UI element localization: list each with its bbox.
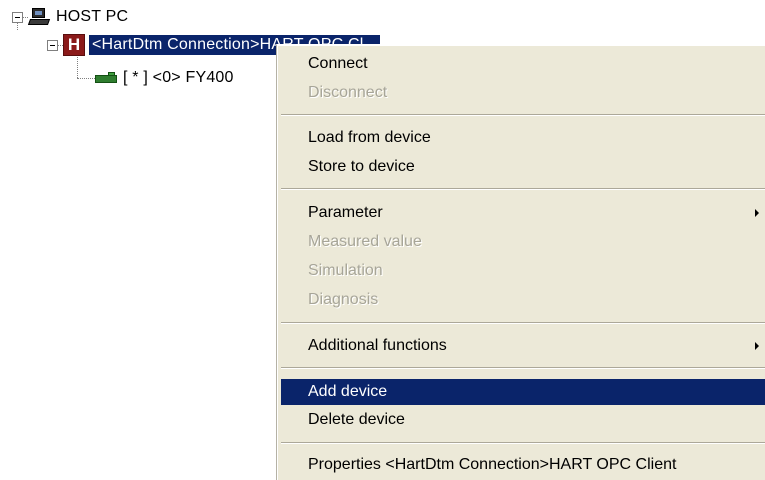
menu-separator [281,367,765,369]
tree-connector-line [77,77,95,79]
menu-item-label: Additional functions [308,337,447,354]
menu-item-label: Diagnosis [308,291,379,308]
context-menu: Connect Disconnect Load from device Stor… [276,44,765,480]
menu-item-disconnect: Disconnect [281,80,765,106]
tree-node-device-fy400[interactable]: [ * ] <0> FY400 [77,67,234,89]
menu-item-label: Connect [308,55,368,72]
tree-node-label: [ * ] <0> FY400 [123,69,234,86]
menu-separator [281,322,765,324]
submenu-arrow-icon [755,342,759,350]
menu-item-label: Load from device [308,129,431,146]
menu-item-diagnosis: Diagnosis [281,287,765,313]
collapse-toggle-icon[interactable] [47,39,58,51]
menu-separator [281,442,765,444]
tree-node-label: HOST PC [56,8,129,25]
menu-item-label: Delete device [308,411,405,428]
menu-item-label: Properties <HartDtm Connection>HART OPC … [308,456,677,473]
menu-item-additional-functions[interactable]: Additional functions [281,333,765,359]
menu-item-simulation: Simulation [281,258,765,284]
menu-item-store-to-device[interactable]: Store to device [281,154,765,180]
menu-item-add-device[interactable]: Add device [281,379,765,405]
application-window: HOST PC H <HartDtm Connection>HART OPC C… [0,0,765,480]
menu-item-label: Store to device [308,158,415,175]
menu-item-label: Disconnect [308,84,388,101]
device-icon [95,72,117,84]
collapse-toggle-icon[interactable] [12,11,23,23]
menu-item-label: Parameter [308,204,383,221]
menu-item-measured-value: Measured value [281,229,765,255]
menu-item-connect[interactable]: Connect [281,51,765,77]
menu-item-label: Measured value [308,233,422,250]
menu-item-parameter[interactable]: Parameter [281,200,765,226]
menu-separator [281,114,765,116]
menu-item-load-from-device[interactable]: Load from device [281,125,765,151]
hart-h-icon: H [63,34,85,56]
tree-node-host-pc[interactable]: HOST PC [12,6,128,28]
menu-item-label: Simulation [308,262,383,279]
menu-separator [281,188,765,190]
computer-icon [27,8,51,26]
menu-item-delete-device[interactable]: Delete device [281,407,765,433]
menu-item-label: Add device [308,383,388,400]
menu-item-properties[interactable]: Properties <HartDtm Connection>HART OPC … [281,452,765,478]
submenu-arrow-icon [755,209,759,217]
